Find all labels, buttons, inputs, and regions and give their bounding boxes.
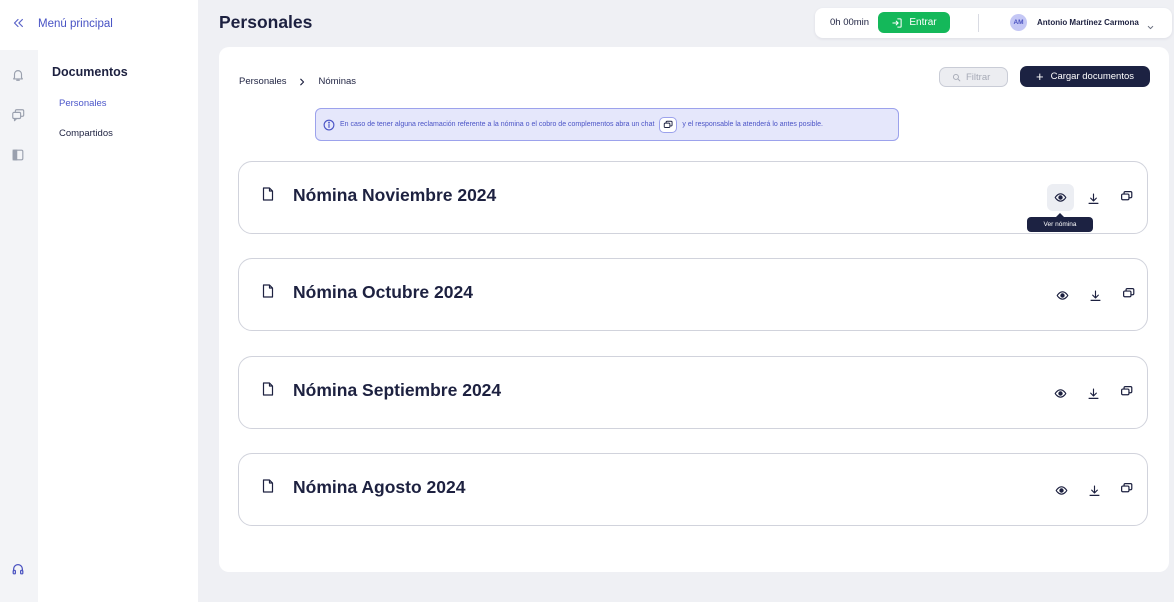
upload-documents-button[interactable]: + Cargar documentos: [1020, 66, 1150, 87]
chat-icon: [1122, 287, 1134, 297]
eye-icon: [1054, 193, 1067, 202]
download-icon: [1087, 192, 1099, 204]
download-button[interactable]: [1081, 381, 1105, 405]
double-chevron-left-icon[interactable]: [11, 16, 25, 30]
avatar[interactable]: AM: [1010, 14, 1027, 31]
document-icon: [262, 187, 274, 201]
main-menu-link[interactable]: Menú principal: [38, 18, 113, 30]
chat-icon[interactable]: [659, 116, 678, 133]
download-button[interactable]: [1081, 186, 1105, 210]
document-icon: [262, 479, 274, 493]
document-title: Nómina Octubre 2024: [293, 282, 473, 302]
download-icon: [1089, 289, 1101, 301]
sidebar-panel-icon[interactable]: [11, 148, 25, 162]
view-button[interactable]: [1049, 478, 1073, 502]
breadcrumb-item-nominas: Nóminas: [318, 76, 357, 87]
clock-time: 0h 00min: [830, 17, 870, 28]
view-button[interactable]: [1050, 283, 1074, 307]
page-title: Personales: [219, 12, 313, 32]
chat-button[interactable]: [1114, 184, 1138, 208]
document-card[interactable]: Nómina Octubre 2024: [238, 258, 1148, 331]
bell-icon[interactable]: [11, 68, 25, 82]
view-button[interactable]: [1047, 184, 1074, 211]
upload-label: Cargar documentos: [1050, 71, 1135, 82]
chat-button[interactable]: [1114, 379, 1138, 403]
breadcrumb: Personales Nóminas: [239, 76, 356, 87]
documents-panel: Documentos Personales Compartidos: [38, 50, 198, 602]
main-menu-header: Menú principal: [0, 0, 198, 50]
user-name[interactable]: Antonio Martínez Carmona: [1037, 18, 1139, 27]
download-button[interactable]: [1083, 283, 1107, 307]
chat-icon: [1120, 482, 1132, 492]
document-card[interactable]: Nómina Noviembre 2024: [238, 161, 1148, 234]
enter-button[interactable]: Entrar: [878, 12, 950, 33]
sidebar-item-compartidos[interactable]: Compartidos: [59, 128, 113, 139]
download-button[interactable]: [1082, 478, 1106, 502]
chat-button[interactable]: [1116, 281, 1140, 305]
eye-icon: [1055, 485, 1067, 495]
sidebar-item-personales[interactable]: Personales: [59, 98, 107, 109]
breadcrumb-item-personales[interactable]: Personales: [239, 76, 287, 87]
icon-rail: [0, 50, 38, 602]
document-icon: [262, 382, 274, 396]
view-button[interactable]: [1048, 381, 1072, 405]
document-title: Nómina Agosto 2024: [293, 477, 466, 497]
login-icon: [892, 17, 903, 28]
document-title: Nómina Noviembre 2024: [293, 185, 497, 205]
eye-icon: [1054, 388, 1066, 398]
filter-input[interactable]: Filtrar: [939, 67, 1008, 87]
main-content: Personales Nóminas Filtrar + Cargar docu…: [219, 47, 1169, 572]
download-icon: [1088, 484, 1100, 496]
chat-icon: [1120, 190, 1132, 200]
info-banner: En caso de tener alguna reclamación refe…: [315, 108, 899, 141]
documents-panel-title: Documentos: [52, 65, 128, 79]
chat-icon: [1120, 385, 1132, 395]
clock-user-bar: 0h 00min Entrar AM Antonio Martínez Carm…: [815, 8, 1172, 38]
document-card[interactable]: Nómina Septiembre 2024: [238, 356, 1148, 429]
info-text-before: En caso de tener alguna reclamación refe…: [340, 121, 655, 128]
chat-icon[interactable]: [11, 108, 25, 122]
info-text-after: y el responsable la atenderá lo antes po…: [682, 121, 823, 128]
chat-button[interactable]: [1114, 476, 1138, 500]
search-icon: [952, 73, 961, 81]
filter-placeholder: Filtrar: [966, 71, 991, 83]
info-icon: [323, 119, 335, 131]
chevron-right-icon: [297, 77, 307, 87]
divider: [978, 14, 979, 32]
headset-icon[interactable]: [11, 562, 25, 576]
download-icon: [1087, 387, 1099, 399]
chevron-down-icon[interactable]: [1146, 19, 1155, 30]
enter-label: Entrar: [909, 17, 937, 28]
plus-icon: +: [1035, 68, 1044, 84]
document-icon: [262, 284, 274, 298]
document-title: Nómina Septiembre 2024: [293, 380, 502, 400]
view-tooltip: Ver nómina: [1027, 213, 1093, 232]
eye-icon: [1056, 290, 1068, 300]
document-card[interactable]: Nómina Agosto 2024: [238, 453, 1148, 526]
